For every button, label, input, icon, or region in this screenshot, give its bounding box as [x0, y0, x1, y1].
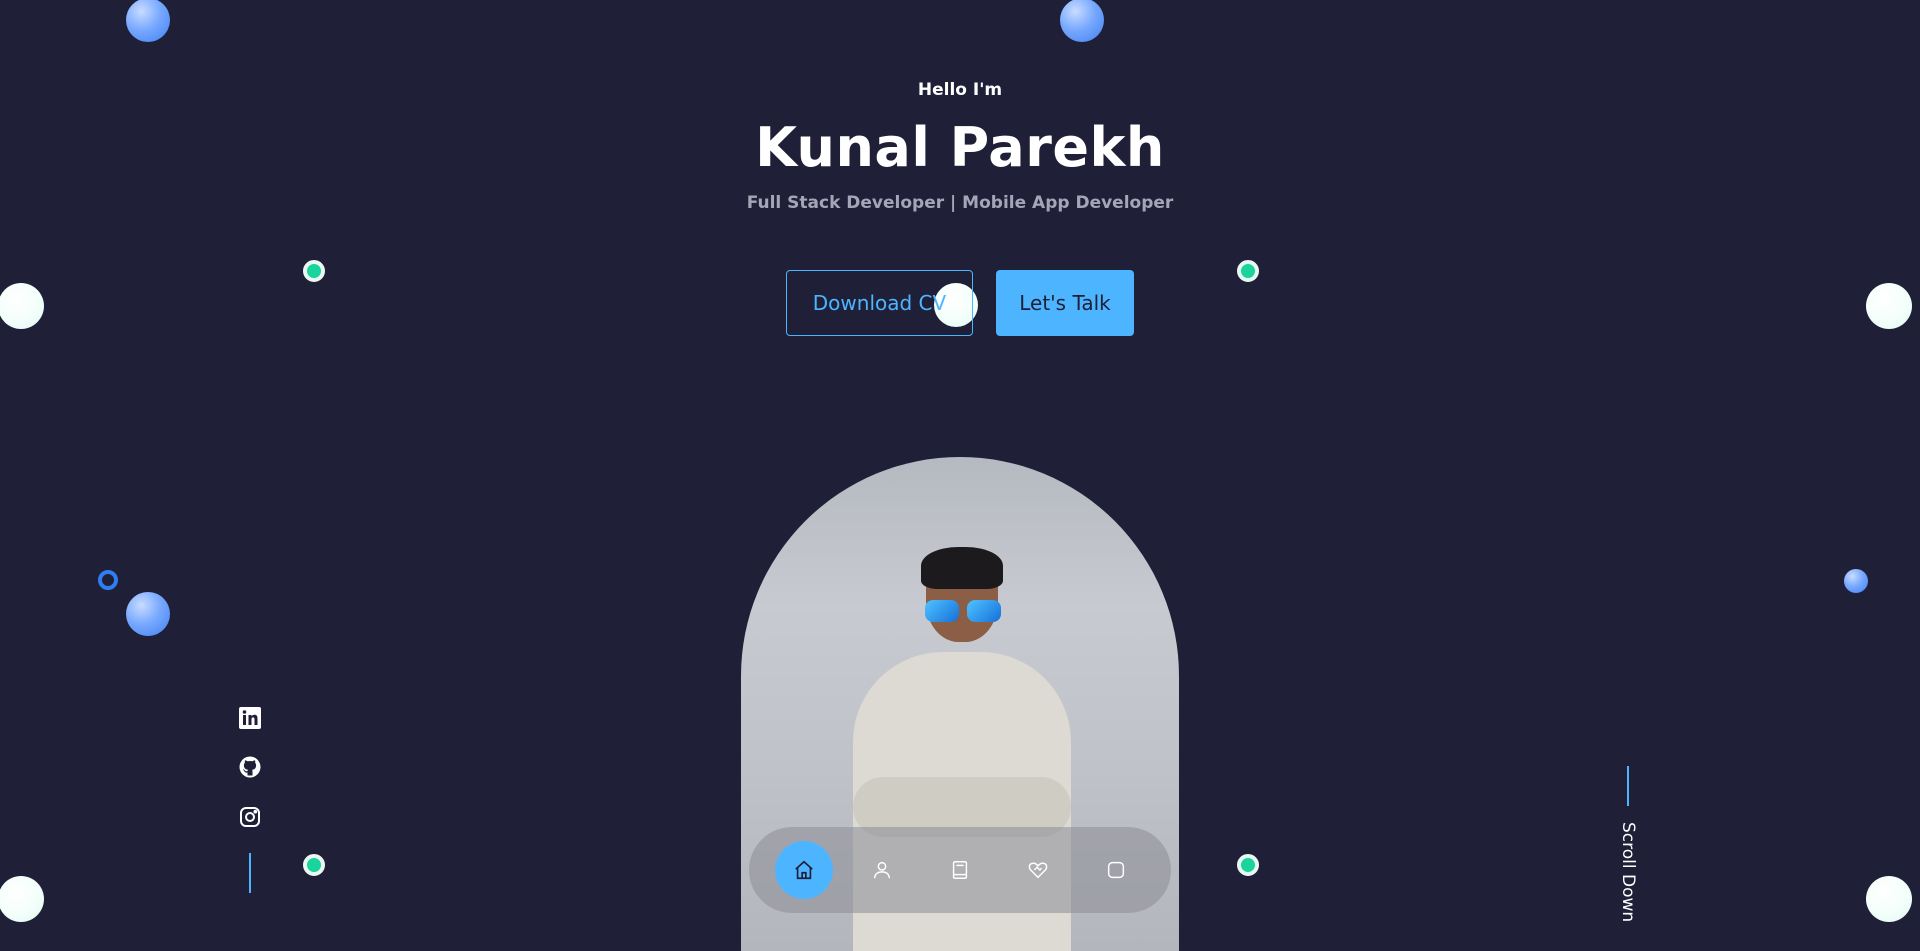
instagram-icon [240, 807, 260, 827]
lens-right [967, 600, 1001, 622]
decor-ball-white [1866, 876, 1912, 922]
download-cv-button[interactable]: Download CV [786, 270, 973, 336]
greeting-text: Hello I'm [917, 80, 1003, 100]
decor-dot-green [1237, 260, 1259, 282]
nav-experience[interactable] [931, 841, 989, 899]
decor-ball-white [1866, 283, 1912, 329]
decor-ball-blue [126, 592, 170, 636]
role-subtitle: Full Stack Developer | Mobile App Develo… [746, 193, 1174, 213]
nav-contact[interactable] [1087, 841, 1145, 899]
decor-ball-white [0, 876, 44, 922]
social-divider [249, 853, 251, 893]
decor-dot-green [303, 854, 325, 876]
decor-ball-white [0, 283, 44, 329]
decor-ball-blue [126, 0, 170, 42]
user-icon [873, 861, 891, 879]
bottom-nav [749, 827, 1171, 913]
book-icon [952, 861, 968, 879]
message-icon [1107, 861, 1125, 879]
decor-ball-blue [1060, 0, 1104, 42]
instagram-link[interactable] [238, 805, 262, 829]
photo-hair [921, 547, 1003, 589]
linkedin-icon [239, 707, 261, 729]
decor-dot-green [1237, 854, 1259, 876]
scroll-divider [1627, 766, 1629, 806]
home-icon [795, 860, 813, 880]
services-icon [1028, 862, 1048, 879]
nav-home[interactable] [775, 841, 833, 899]
nav-services[interactable] [1009, 841, 1067, 899]
github-icon [239, 756, 261, 778]
lets-talk-button[interactable]: Let's Talk [996, 270, 1134, 336]
lens-left [925, 600, 959, 622]
linkedin-link[interactable] [238, 706, 262, 730]
decor-ring-blue [98, 570, 118, 590]
photo-sunglasses [923, 600, 1003, 622]
decor-ball-blue [1844, 569, 1868, 593]
github-link[interactable] [238, 755, 262, 779]
decor-dot-green [303, 260, 325, 282]
page-title: Kunal Parekh [755, 116, 1165, 179]
scroll-down-link[interactable]: Scroll Down [1618, 822, 1638, 922]
nav-about[interactable] [853, 841, 911, 899]
